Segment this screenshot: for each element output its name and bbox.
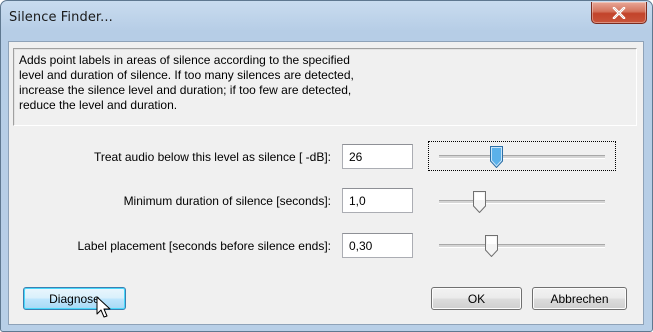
- silence-level-label: Treat audio below this level as silence …: [93, 150, 331, 164]
- close-icon: [612, 6, 626, 19]
- slider-thumb-icon[interactable]: [472, 191, 486, 213]
- close-button[interactable]: [591, 2, 647, 24]
- ok-button[interactable]: OK: [431, 287, 522, 310]
- silence-level-input[interactable]: 26: [342, 144, 413, 169]
- slider-track: [439, 244, 605, 248]
- window-title: Silence Finder...: [9, 10, 113, 25]
- mouse-pointer-icon: [96, 296, 111, 318]
- min-duration-input[interactable]: 1,0: [342, 188, 413, 213]
- cancel-button[interactable]: Abbrechen: [532, 287, 627, 310]
- slider-track: [439, 155, 605, 159]
- silence-finder-dialog: Silence Finder... Adds point labels in a…: [0, 0, 653, 332]
- label-placement-input[interactable]: 0,30: [342, 233, 413, 258]
- label-placement-slider[interactable]: [429, 231, 615, 259]
- min-duration-label: Minimum duration of silence [seconds]:: [123, 194, 331, 208]
- slider-track: [439, 200, 605, 204]
- diagnose-button-label: Diagnose: [49, 291, 100, 306]
- ok-button-label: OK: [467, 291, 486, 306]
- slider-thumb-icon[interactable]: [489, 146, 503, 168]
- description-panel: Adds point labels in areas of silence ac…: [13, 48, 637, 126]
- min-duration-slider[interactable]: [429, 187, 615, 215]
- silence-level-slider[interactable]: [428, 141, 616, 171]
- slider-thumb-icon[interactable]: [484, 235, 498, 257]
- description-text: Adds point labels in areas of silence ac…: [19, 53, 354, 112]
- cancel-button-label: Abbrechen: [550, 291, 609, 306]
- dialog-client-area: Adds point labels in areas of silence ac…: [8, 41, 644, 325]
- label-placement-label: Label placement [seconds before silence …: [77, 239, 332, 253]
- title-bar[interactable]: Silence Finder...: [1, 1, 652, 33]
